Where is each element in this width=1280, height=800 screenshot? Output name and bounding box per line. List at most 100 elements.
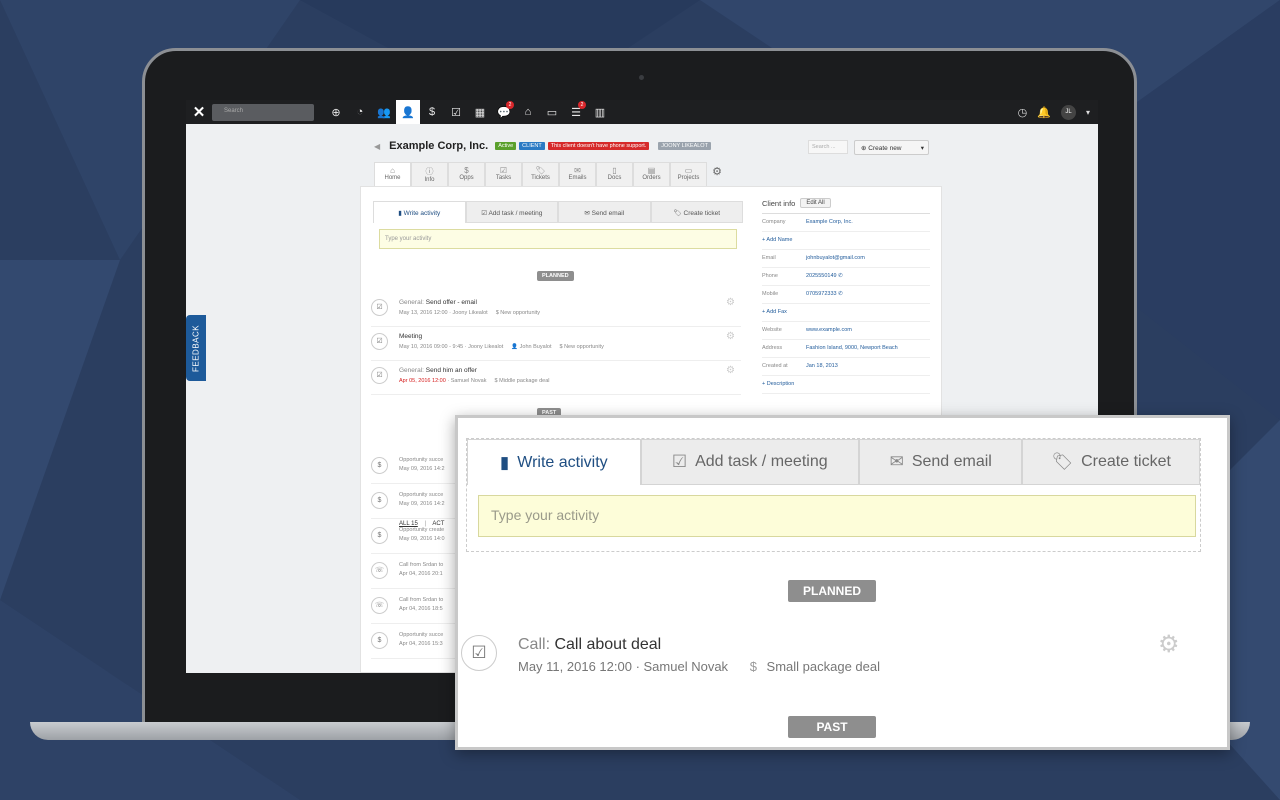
- page-title: Example Corp, Inc.: [389, 140, 489, 152]
- activity-related[interactable]: Middle package deal: [499, 378, 549, 384]
- edit-all-button[interactable]: Edit All: [800, 198, 831, 208]
- zoom-tab-create-ticket[interactable]: 🏷 Create ticket: [1022, 439, 1200, 485]
- activity-input[interactable]: Type your activity: [379, 229, 737, 249]
- comments-badge: 2: [506, 101, 514, 109]
- past-activity-date: Apr 04, 2016 18:5: [399, 606, 443, 612]
- dashboard-icon[interactable]: ◔: [348, 100, 372, 124]
- info-icon: ⓘ: [425, 167, 434, 176]
- field-value[interactable]: Example Corp, Inc.: [806, 219, 930, 231]
- tab-info[interactable]: ⓘ Info: [411, 162, 448, 186]
- subtab-label: Opps: [459, 175, 474, 181]
- zoom-tab-send-email[interactable]: ✉ Send email: [858, 439, 1023, 485]
- tab-orders[interactable]: ▤ Orders: [633, 162, 670, 186]
- house-icon[interactable]: ⌂: [516, 100, 540, 124]
- activity-related[interactable]: Small package deal: [767, 659, 880, 674]
- list-badge: 2: [578, 101, 586, 109]
- person-icon[interactable]: 👤: [396, 100, 420, 124]
- field-value[interactable]: 0705972333 ✆: [806, 291, 930, 303]
- gear-icon[interactable]: ⚙: [726, 331, 735, 342]
- envelope-icon: ✉: [574, 166, 581, 175]
- tab-home[interactable]: ⌂ Home: [374, 162, 411, 186]
- chevron-down-icon[interactable]: ▾: [1086, 108, 1090, 117]
- tab-emails[interactable]: ✉ Emails: [559, 162, 596, 186]
- add-field-link[interactable]: + Add Name: [762, 232, 930, 250]
- zoom-activity-input[interactable]: Type your activity: [478, 495, 1196, 537]
- tab-send-email[interactable]: ✉ Send email: [558, 201, 651, 223]
- field-value[interactable]: johnbuyalot@gmail.com: [806, 255, 930, 267]
- past-activity-date: Apr 04, 2016 15:3: [399, 641, 443, 647]
- envelope-icon: ✉: [889, 452, 904, 471]
- tab-tickets[interactable]: 🏷 Tickets: [522, 162, 559, 186]
- checkbox-icon[interactable]: ☑: [444, 100, 468, 124]
- zoom-activity-title[interactable]: Call: Call about deal: [518, 636, 661, 654]
- planned-activity[interactable]: ☑ General: Send offer - email May 13, 2016…: [371, 293, 741, 327]
- subtab-label: Docs: [607, 175, 622, 181]
- client-search-input[interactable]: Search ...: [808, 140, 848, 154]
- avatar[interactable]: JL: [1060, 104, 1076, 120]
- top-navigation: ✕ Search ⊕ ◔ 👥 👤 $ ☑ ▦ 💬 2 ⌂ ▭ ☰ 2 ▥ ◷ 🔔 J…: [186, 100, 1098, 124]
- phone-icon[interactable]: ✆: [838, 273, 843, 279]
- orders-icon: ▤: [647, 166, 656, 175]
- gear-icon[interactable]: ⚙: [726, 297, 735, 308]
- back-arrow-icon[interactable]: ◀: [374, 142, 380, 151]
- create-new-button[interactable]: ⊕ Create new ▾: [854, 140, 929, 155]
- add-field-link[interactable]: + Add Fax: [762, 304, 930, 322]
- tab-tasks[interactable]: ☑ Tasks: [485, 162, 522, 186]
- feedback-tab[interactable]: FEEDBACK: [186, 315, 206, 381]
- client-info-row: Company Example Corp, Inc.: [762, 214, 930, 232]
- past-activity-title: Opportunity succe: [399, 492, 444, 498]
- tab-docs[interactable]: ▯ Docs: [596, 162, 633, 186]
- logo-icon[interactable]: ✕: [186, 103, 212, 121]
- phone-icon[interactable]: ✆: [838, 291, 843, 297]
- tab-label: Send email: [591, 210, 625, 217]
- tab-label: Add task / meeting: [695, 453, 828, 470]
- settings-gear-icon[interactable]: ⚙: [707, 162, 727, 186]
- status-badge: Active: [495, 142, 517, 150]
- tab-create-ticket[interactable]: 🏷 Create ticket: [650, 201, 743, 223]
- planned-activity[interactable]: ☑ General: Send him an offer Apr 05, 2016 …: [371, 361, 741, 395]
- field-value[interactable]: www.example.com: [806, 327, 930, 339]
- activity-related[interactable]: New opportunity: [564, 344, 604, 350]
- activity-contact[interactable]: John Buyalot: [520, 344, 552, 350]
- clipboard-icon: ☑: [671, 452, 688, 471]
- folder-icon[interactable]: ▭: [540, 100, 564, 124]
- tab-label: Write activity: [403, 210, 441, 217]
- field-value[interactable]: 2025550149 ✆: [806, 273, 930, 285]
- clock-icon[interactable]: ◷: [1018, 106, 1028, 119]
- comments-icon[interactable]: 💬 2: [492, 100, 516, 124]
- client-search-placeholder: Search ...: [812, 144, 836, 150]
- past-activity-date: Apr 04, 2016 20:1: [399, 571, 443, 577]
- planned-activity[interactable]: ☑ Meeting May 10, 2016 09:00 - 9:45 · Joo…: [371, 327, 741, 361]
- bell-icon[interactable]: 🔔: [1037, 106, 1051, 119]
- tab-projects[interactable]: ▭ Projects: [670, 162, 707, 186]
- zoom-tab-write-activity[interactable]: ▮ Write activity: [467, 439, 641, 485]
- zoom-tab-add-task[interactable]: ☑ Add task / meeting: [640, 439, 859, 485]
- past-activity-date: May 09, 2016 14:2: [399, 466, 445, 472]
- gear-icon[interactable]: ⚙: [1158, 630, 1180, 659]
- tab-opps[interactable]: $ Opps: [448, 162, 485, 186]
- subtab-label: Orders: [642, 175, 661, 181]
- activity-related[interactable]: New opportunity: [500, 310, 540, 316]
- money-bag-icon[interactable]: $: [420, 100, 444, 124]
- field-value-text: johnbuyalot@gmail.com: [806, 255, 865, 261]
- past-activity-title: Call from Srdan to: [399, 562, 444, 568]
- field-value[interactable]: Jan 18, 2013: [806, 363, 930, 375]
- add-field-link[interactable]: + Description: [762, 376, 930, 394]
- ticket-icon: 🏷: [1051, 452, 1074, 471]
- tab-label: Send email: [911, 453, 992, 470]
- chart-icon[interactable]: ▥: [588, 100, 612, 124]
- calendar-icon[interactable]: ▦: [468, 100, 492, 124]
- add-icon[interactable]: ⊕: [324, 100, 348, 124]
- client-info-row: Phone 2025550149 ✆: [762, 268, 930, 286]
- money-bag-icon: $: [371, 457, 388, 474]
- gear-icon[interactable]: ⚙: [726, 365, 735, 376]
- field-value[interactable]: Fashion Island, 9000, Newport Beach: [806, 345, 930, 357]
- money-bag-icon: $: [494, 378, 498, 384]
- tab-add-task[interactable]: ☑ Add task / meeting: [465, 201, 558, 223]
- zoom-activity-meta: May 11, 2016 12:00 · Samuel Novak $ Smal…: [518, 659, 880, 674]
- search-input[interactable]: Search: [212, 103, 314, 121]
- list-icon[interactable]: ☰ 2: [564, 100, 588, 124]
- tab-write-activity[interactable]: ▮ Write activity: [373, 201, 466, 223]
- users-icon[interactable]: 👥: [372, 100, 396, 124]
- zoom-past-label: PAST: [788, 716, 876, 738]
